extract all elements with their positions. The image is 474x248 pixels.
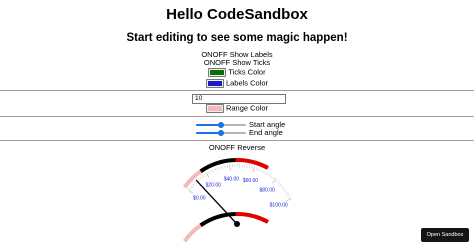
gauge-minor-tick: [255, 167, 258, 171]
gauge-minor-tick: [285, 191, 288, 194]
gauge-minor-tick: [264, 171, 267, 175]
gauge-minor-tick: [260, 169, 262, 173]
gauge-minor-tick: [208, 171, 210, 175]
gauge-minor-tick: [272, 176, 275, 180]
gauge-tick-label: $0.00: [193, 196, 206, 202]
gauge-tick-label: $40.00: [224, 176, 240, 182]
gauge-minor-tick: [190, 185, 194, 188]
second-gauge-range-band: [199, 212, 236, 227]
second-gauge-range-band: [182, 223, 202, 243]
gauge-minor-tick: [270, 175, 273, 179]
gauge-minor-tick: [279, 183, 282, 187]
gauge-major-tick: [205, 172, 210, 178]
gauge-major-tick: [187, 189, 193, 194]
gauge-tick-label: $20.00: [206, 183, 222, 189]
gauge-minor-tick: [197, 178, 201, 181]
gauge-major-tick: [252, 166, 255, 173]
gauge-minor-tick: [214, 168, 217, 172]
gauge-minor-tick: [262, 170, 265, 174]
gauge-minor-tick: [203, 173, 206, 177]
gauge-range-band: [182, 169, 202, 189]
gauge-minor-tick: [275, 180, 279, 183]
gauge-minor-tick: [210, 170, 213, 173]
gauge-minor-tick: [277, 181, 281, 185]
gauge-minor-tick: [224, 165, 226, 169]
gauge-needle-hub: [234, 221, 240, 227]
gauge-minor-tick: [268, 174, 271, 177]
gauge-minor-tick: [189, 187, 192, 190]
gauge-minor-tick: [286, 193, 290, 196]
gauge: $0.00 $20.00$40.00 $60.00$80.00 $100.00: [182, 158, 292, 243]
gauge-minor-tick: [246, 164, 248, 168]
gauge-minor-tick: [266, 172, 269, 176]
gauge-minor-tick: [219, 166, 221, 170]
second-gauge-range-band: [235, 212, 269, 224]
gauge-minor-tick: [251, 165, 253, 169]
gauge-minor-tick: [199, 176, 202, 180]
gauge-minor-tick: [282, 187, 286, 190]
gauge-major-tick: [285, 198, 292, 202]
gauge-tick-label: $100.00: [270, 203, 288, 209]
gauge-minor-tick: [287, 196, 291, 198]
gauge-minor-tick: [280, 185, 284, 189]
gauge-minor-tick: [222, 165, 224, 169]
gauge-minor-tick: [283, 189, 287, 192]
gauge-minor-tick: [192, 183, 195, 186]
gauge-minor-tick: [212, 169, 215, 172]
gauge-minor-tick: [248, 165, 250, 169]
gauge-major-tick: [229, 164, 231, 171]
gauge-minor-tick: [194, 181, 197, 185]
gauge-minor-tick: [217, 167, 219, 171]
gauge-tick-label: $80.00: [260, 187, 276, 193]
gauge-major-tick: [272, 178, 277, 184]
gauge-minor-tick: [201, 175, 204, 178]
gauge-minor-tick: [257, 168, 260, 172]
open-sandbox-button[interactable]: Open Sandbox: [421, 228, 469, 242]
gauge-tick-label: $60.00: [243, 178, 259, 184]
